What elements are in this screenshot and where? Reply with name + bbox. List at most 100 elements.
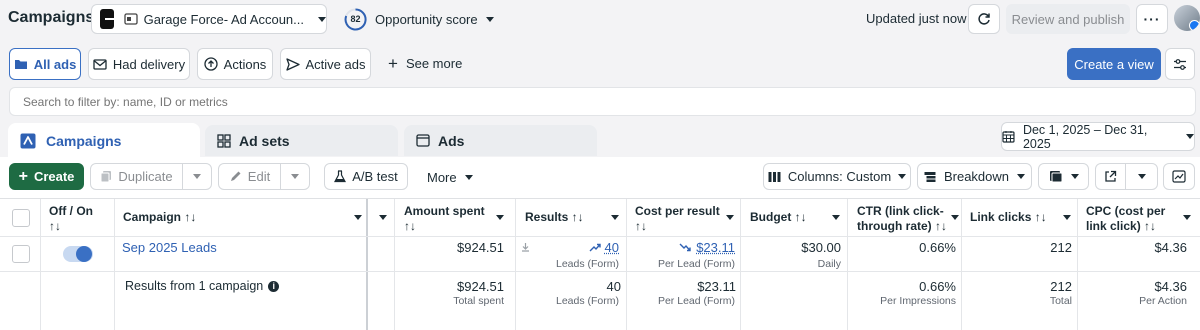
row-checkbox[interactable] — [12, 245, 30, 263]
header-budget[interactable]: Budget ↑↓ — [750, 199, 830, 237]
create-button[interactable]: + Create — [9, 163, 84, 190]
date-range-label: Dec 1, 2025 – Dec 31, 2025 — [1022, 122, 1148, 151]
ab-test-label: A/B test — [352, 169, 398, 184]
results-number: 40 — [604, 240, 619, 255]
chevron-down-icon[interactable] — [354, 215, 362, 220]
summary-cpc: $4.36 — [1154, 279, 1187, 294]
charts-button[interactable] — [1163, 163, 1195, 190]
chevron-down-icon — [898, 174, 907, 179]
opportunity-score[interactable]: 82 Opportunity score — [344, 7, 494, 31]
ab-test-button[interactable]: A/B test — [324, 163, 408, 190]
top-bar: Campaigns Garage Force- Ad Accoun... 82 … — [0, 0, 1200, 40]
header-label: Cost per result — [635, 204, 720, 218]
columns-button[interactable]: Columns: Custom — [763, 163, 911, 190]
summary-cpc-subtext: Per Action — [1139, 295, 1187, 307]
export-dropdown[interactable] — [1125, 163, 1158, 190]
see-more-label: See more — [405, 56, 463, 71]
chevron-down-icon — [1017, 174, 1026, 179]
opportunity-label: Opportunity score — [375, 11, 478, 27]
chevron-down-icon[interactable] — [726, 215, 734, 220]
more-options-button[interactable]: ··· — [1136, 4, 1168, 34]
edit-button[interactable]: Edit — [218, 163, 281, 190]
filter-active-ads[interactable]: Active ads — [280, 48, 371, 80]
more-menu[interactable]: More — [427, 170, 473, 185]
chevron-down-icon[interactable] — [379, 215, 387, 220]
pencil-icon — [230, 171, 241, 181]
date-range-picker[interactable]: Dec 1, 2025 – Dec 31, 2025 — [1001, 122, 1195, 151]
view-settings-button[interactable] — [1165, 48, 1195, 80]
campaigns-table: Off / On ↑↓ Campaign ↑↓ Amount spent ↑↓ … — [0, 198, 1200, 330]
tab-ad-sets[interactable]: Ad sets — [205, 125, 398, 156]
filter-had-delivery[interactable]: Had delivery — [88, 48, 190, 80]
amount-spent-value: $924.51 — [457, 240, 504, 255]
toggle-knob — [76, 246, 92, 262]
cpc-value: $4.36 — [1154, 240, 1187, 255]
export-button[interactable] — [1095, 163, 1126, 190]
breakdown-button[interactable]: Breakdown — [917, 163, 1032, 190]
chevron-down-icon[interactable] — [1063, 215, 1071, 220]
reports-button[interactable] — [1038, 163, 1089, 190]
cost-per-result-value[interactable]: $23.11 — [660, 240, 735, 255]
chevron-down-icon — [291, 174, 299, 179]
chevron-down-icon — [1186, 134, 1194, 139]
header-cpc[interactable]: CPC (cost per link click) ↑↓ — [1086, 199, 1181, 237]
tab-campaigns[interactable]: Campaigns — [8, 123, 200, 159]
tab-label: Campaigns — [46, 133, 122, 149]
review-publish-button[interactable]: Review and publish — [1006, 4, 1130, 34]
header-label: Campaign ↑↓ — [123, 210, 197, 224]
sliders-icon — [1174, 58, 1186, 70]
chevron-down-icon[interactable] — [611, 215, 619, 220]
header-label: Off / On — [49, 204, 93, 218]
chevron-down-icon — [464, 175, 473, 180]
header-amount-spent[interactable]: Amount spent ↑↓ — [404, 199, 496, 237]
edit-dropdown[interactable] — [280, 163, 310, 190]
account-logo — [100, 9, 115, 29]
duplicate-button[interactable]: Duplicate — [90, 163, 183, 190]
account-selector[interactable]: Garage Force- Ad Accoun... — [91, 4, 327, 34]
search-bar[interactable] — [9, 87, 1196, 116]
see-more-button[interactable]: + See more — [388, 54, 463, 73]
chevron-down-icon[interactable] — [496, 215, 504, 220]
campaign-toggle[interactable] — [63, 246, 93, 262]
info-icon[interactable]: i — [268, 280, 280, 292]
header-ctr[interactable]: CTR (link click- through rate) ↑↓ — [857, 199, 952, 237]
page-title: Campaigns — [8, 9, 95, 26]
create-label: Create — [33, 169, 75, 184]
summary-ctr: 0.66% — [919, 279, 956, 294]
summary-link-clicks-subtext: Total — [1049, 295, 1072, 307]
create-view-button[interactable]: Create a view — [1067, 48, 1161, 80]
chevron-down-icon[interactable] — [951, 215, 959, 220]
refresh-button[interactable] — [968, 4, 1000, 34]
search-input[interactable] — [10, 88, 1195, 115]
results-value[interactable]: 40 — [560, 240, 619, 255]
summary-text: Results from 1 campaign — [125, 279, 264, 293]
chart-icon — [1172, 170, 1186, 183]
header-cost-per-result[interactable]: Cost per result ↑↓ — [635, 199, 730, 237]
select-all-checkbox[interactable] — [12, 209, 30, 227]
filter-actions[interactable]: Actions — [197, 48, 273, 80]
avatar[interactable] — [1174, 5, 1200, 31]
download-icon — [521, 242, 530, 252]
plus-icon: + — [388, 54, 398, 73]
chevron-down-icon[interactable] — [832, 215, 840, 220]
account-name: Garage Force- Ad Accoun... — [143, 11, 304, 27]
chevron-down-icon — [193, 174, 201, 179]
duplicate-dropdown[interactable] — [182, 163, 212, 190]
cost-number: $23.11 — [696, 240, 735, 255]
campaign-icon — [20, 133, 36, 149]
header-link-clicks[interactable]: Link clicks ↑↓ — [970, 199, 1065, 237]
filter-all-ads[interactable]: All ads — [9, 48, 81, 80]
calendar-icon — [1002, 131, 1015, 143]
columns-icon — [768, 171, 781, 182]
ellipsis-icon: ··· — [1143, 11, 1161, 27]
header-campaign[interactable]: Campaign ↑↓ — [123, 199, 353, 237]
campaign-name-link[interactable]: Sep 2025 Leads — [122, 240, 217, 255]
chevron-down-icon[interactable] — [1183, 215, 1191, 220]
folder-icon — [14, 60, 27, 69]
header-off-on[interactable]: Off / On ↑↓ — [49, 199, 113, 237]
tab-ads[interactable]: Ads — [404, 125, 597, 156]
duplicate-icon — [100, 171, 112, 183]
header-label: CTR (link click- — [857, 204, 944, 218]
summary-label: Results from 1 campaign i — [125, 279, 280, 293]
header-results[interactable]: Results ↑↓ — [525, 199, 605, 237]
